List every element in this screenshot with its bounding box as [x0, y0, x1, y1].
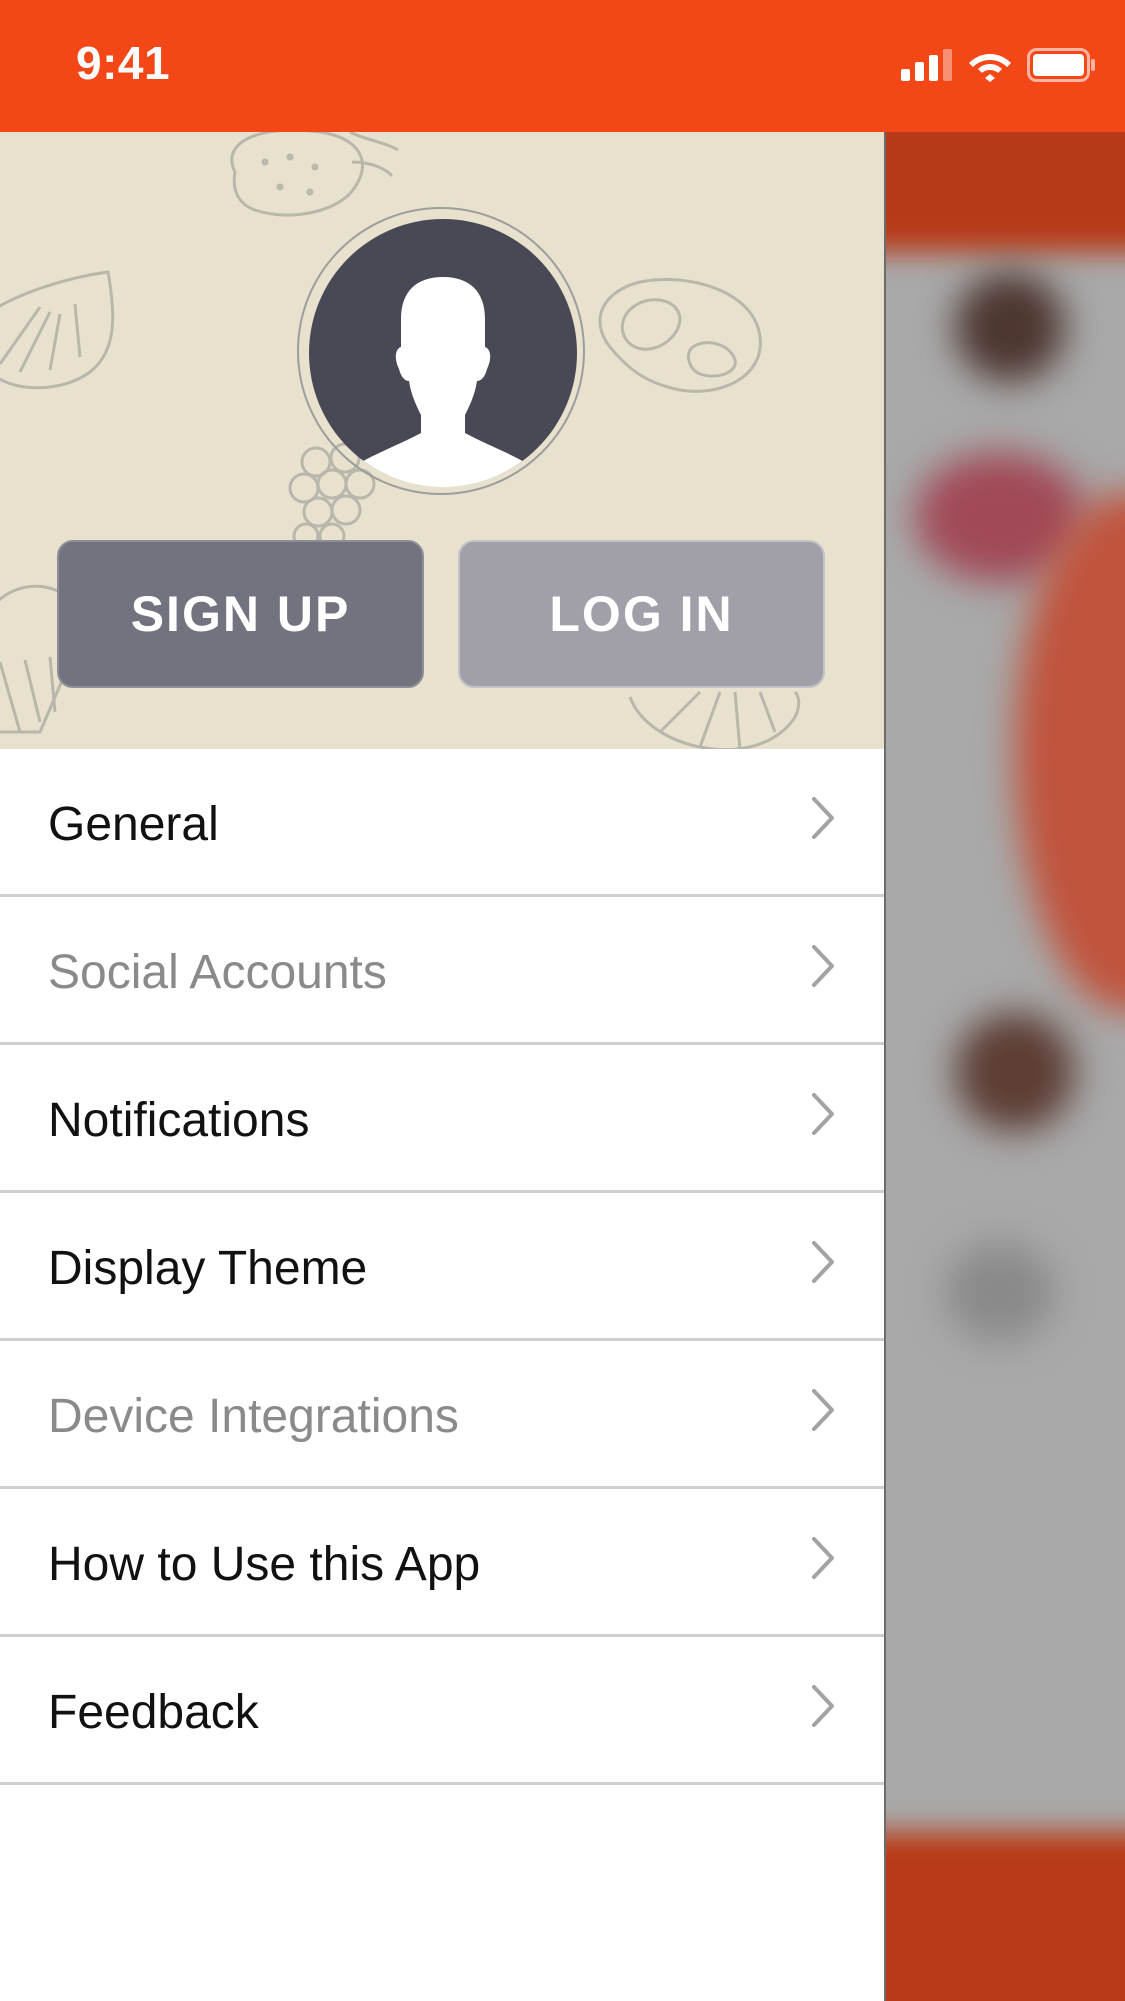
chevron-right-icon — [812, 797, 834, 839]
menu-item-how-to-use[interactable]: How to Use this App — [0, 1489, 884, 1637]
menu-item-label: Social Accounts — [48, 946, 387, 999]
chevron-right-icon — [812, 1093, 834, 1135]
log-in-button[interactable]: LOG IN — [458, 540, 825, 688]
avatar[interactable] — [309, 219, 577, 487]
status-icons — [901, 48, 1097, 82]
menu-item-social-accounts[interactable]: Social Accounts — [0, 897, 884, 1045]
chevron-right-icon — [812, 1537, 834, 1579]
chevron-right-icon — [812, 1685, 834, 1727]
settings-menu: General Social Accounts Notifications Di… — [0, 749, 884, 1785]
menu-item-label: Feedback — [48, 1686, 259, 1739]
chevron-right-icon — [812, 1389, 834, 1431]
side-drawer: SIGN UP LOG IN General Social Accounts N… — [0, 132, 884, 2001]
wifi-icon — [969, 54, 1011, 82]
battery-icon — [1027, 48, 1095, 82]
sign-up-button[interactable]: SIGN UP — [57, 540, 424, 688]
menu-item-display-theme[interactable]: Display Theme — [0, 1193, 884, 1341]
drawer-edge — [884, 132, 886, 2001]
menu-item-feedback[interactable]: Feedback — [0, 1637, 884, 1785]
user-silhouette-icon — [341, 277, 545, 487]
menu-item-label: General — [48, 798, 219, 851]
cellular-signal-icon — [901, 49, 952, 81]
menu-item-device-integrations[interactable]: Device Integrations — [0, 1341, 884, 1489]
menu-item-label: Notifications — [48, 1094, 310, 1147]
background-blob — [945, 1242, 1055, 1342]
status-bar: 9:41 — [0, 0, 1125, 132]
menu-item-notifications[interactable]: Notifications — [0, 1045, 884, 1193]
chevron-right-icon — [812, 945, 834, 987]
background-header — [885, 132, 1125, 252]
background-tabbar — [885, 1832, 1125, 2001]
menu-item-label: How to Use this App — [48, 1538, 481, 1591]
status-time: 9:41 — [76, 37, 171, 89]
background-app-preview[interactable] — [885, 132, 1125, 2001]
drawer-header: SIGN UP LOG IN — [0, 132, 884, 749]
menu-item-general[interactable]: General — [0, 749, 884, 897]
chevron-right-icon — [812, 1241, 834, 1283]
menu-item-label: Device Integrations — [48, 1390, 459, 1443]
menu-item-label: Display Theme — [48, 1242, 368, 1295]
background-blob — [955, 1012, 1075, 1132]
background-blob — [955, 272, 1065, 382]
